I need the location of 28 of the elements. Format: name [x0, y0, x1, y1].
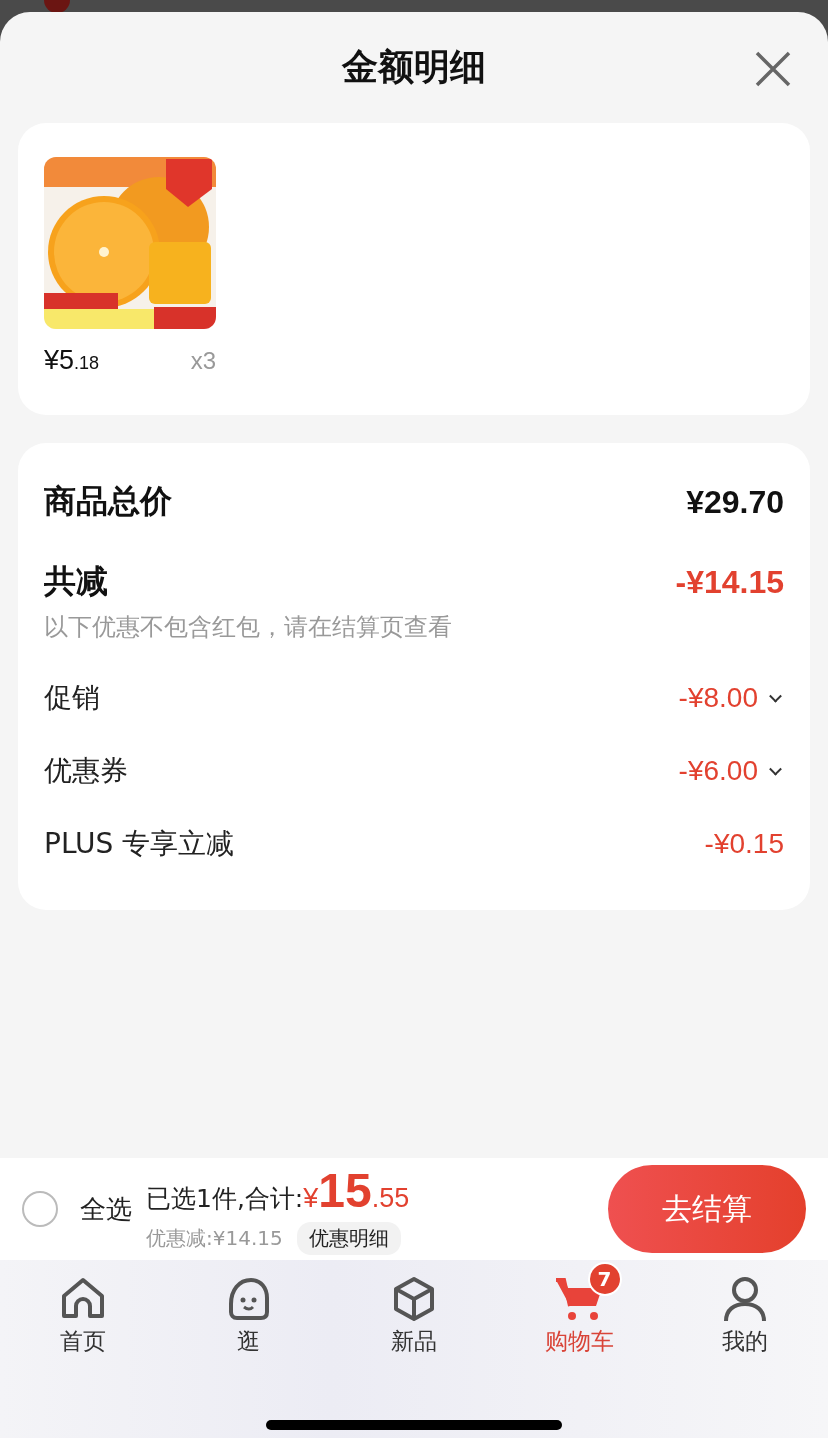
- tab[interactable]: 新品: [354, 1262, 474, 1357]
- item-quantity: x3: [190, 347, 216, 375]
- discount-detail-button[interactable]: 优惠明细: [296, 1222, 401, 1255]
- tab[interactable]: 逛: [188, 1262, 309, 1357]
- checkout-button[interactable]: 去结算: [608, 1165, 806, 1253]
- discount-value[interactable]: -¥6.00: [678, 754, 784, 787]
- discount-amount: 优惠减:¥14.15: [146, 1225, 283, 1252]
- discount-value: -¥0.15: [704, 827, 784, 860]
- select-all-radio[interactable]: [22, 1191, 58, 1227]
- discount-value[interactable]: -¥8.00: [678, 681, 784, 714]
- discount-label: 优惠券: [44, 752, 128, 789]
- reduction-label: 共减: [44, 561, 108, 602]
- reduction-note: 以下优惠不包含红包，请在结算页查看: [44, 612, 453, 643]
- selected-count: 已选1件,合计:: [146, 1183, 304, 1215]
- item-price: ¥5.18: [44, 345, 100, 376]
- total-value: ¥29.70: [686, 483, 784, 521]
- reduction-value: -¥14.15: [675, 563, 784, 601]
- discount-label: PLUS 专享立减: [44, 825, 235, 862]
- tab[interactable]: 首页: [22, 1262, 143, 1357]
- tab[interactable]: 购物车 7: [519, 1262, 640, 1357]
- select-all-label[interactable]: 全选: [80, 1191, 132, 1227]
- sheet-title: 金额明细: [342, 45, 486, 89]
- cart-count-badge: 7: [587, 1262, 622, 1296]
- total-label: 商品总价: [44, 481, 172, 522]
- total-amount: ¥15.55: [303, 1163, 410, 1218]
- tab[interactable]: 我的: [685, 1262, 806, 1357]
- close-icon[interactable]: [754, 50, 792, 88]
- discount-label: 促销: [44, 679, 100, 716]
